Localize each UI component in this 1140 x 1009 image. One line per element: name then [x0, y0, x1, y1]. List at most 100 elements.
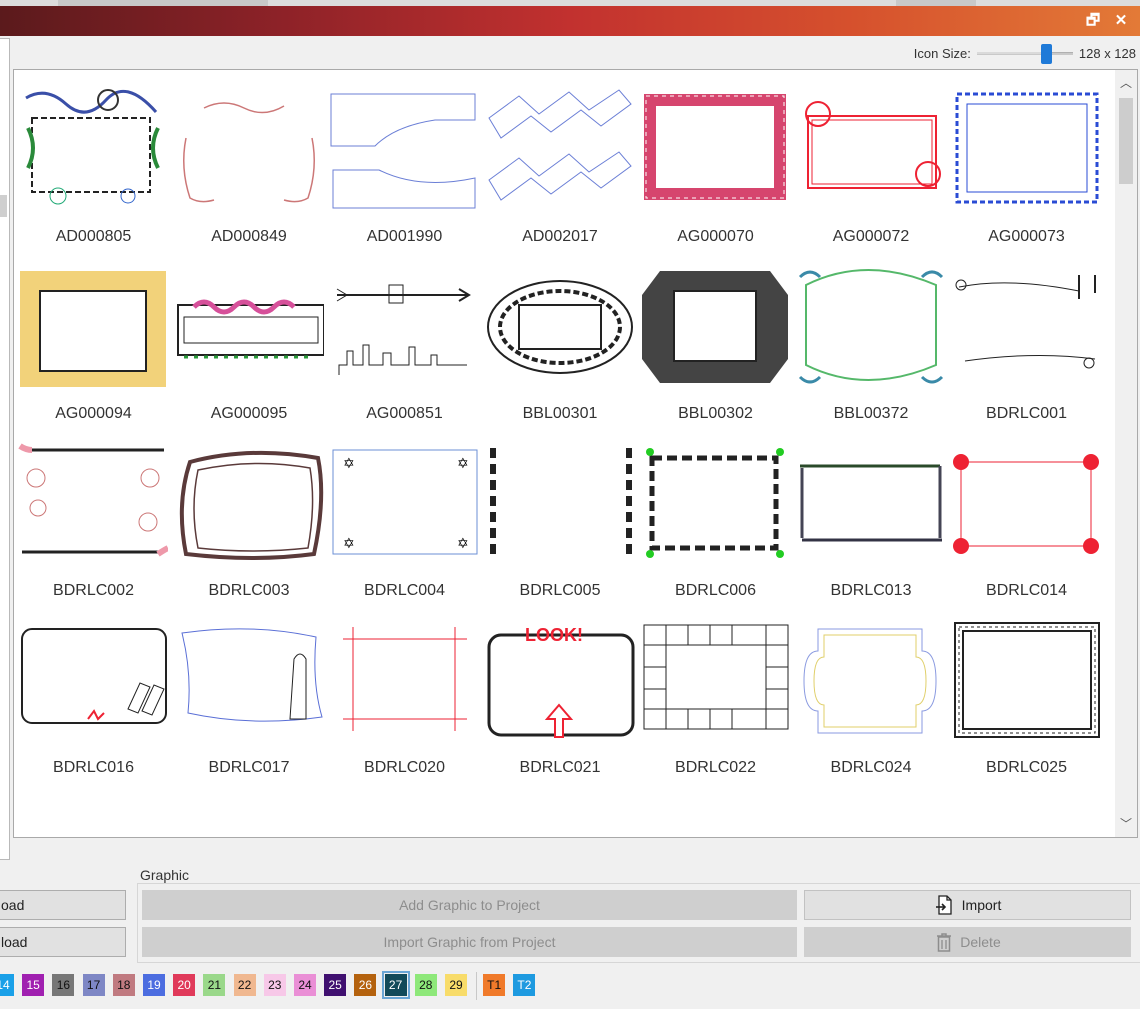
- graphic-thumbnail: [796, 442, 946, 564]
- color-swatch[interactable]: 28: [414, 974, 437, 996]
- graphic-item[interactable]: BDRLC014: [949, 424, 1099, 601]
- graphic-name: BBL00372: [833, 405, 909, 422]
- import-button[interactable]: Import: [804, 890, 1131, 920]
- graphic-item[interactable]: AG000073: [949, 70, 1099, 247]
- graphic-item[interactable]: AG000070: [638, 70, 788, 247]
- graphic-thumbnail: [329, 88, 479, 210]
- left-panel-marker: [0, 195, 7, 217]
- graphic-item[interactable]: AD000849: [172, 70, 322, 247]
- graphic-item[interactable]: BBL00372: [794, 247, 944, 424]
- icon-size-control: Icon Size: 128 x 128: [914, 44, 1136, 64]
- color-swatch-bar: 14 15 16 17 18 19 20 21 22 23 24 25 262728 29 T1 T2: [0, 966, 1140, 1009]
- color-swatch[interactable]: T1: [483, 974, 506, 996]
- graphic-item[interactable]: [949, 778, 1099, 837]
- graphic-item[interactable]: [172, 778, 322, 837]
- graphic-name: AG000072: [832, 228, 910, 245]
- graphic-item[interactable]: [327, 778, 477, 837]
- color-swatch[interactable]: 25: [324, 974, 347, 996]
- import-from-project-button[interactable]: Import Graphic from Project: [142, 927, 797, 957]
- graphic-item[interactable]: BDRLC020: [327, 601, 477, 778]
- graphic-item[interactable]: AD000805: [16, 70, 166, 247]
- graphic-thumbnail: [951, 265, 1101, 387]
- graphic-thumbnail: [485, 442, 635, 564]
- slider-fill: [976, 52, 1046, 54]
- color-swatch[interactable]: 18: [112, 974, 135, 996]
- graphic-name: AG000070: [677, 228, 754, 245]
- graphic-item[interactable]: [794, 778, 944, 837]
- graphic-item[interactable]: BDRLC002: [16, 424, 168, 601]
- graphic-item[interactable]: BDRLC025: [949, 601, 1100, 778]
- restore-icon[interactable]: 🗗: [1082, 10, 1104, 32]
- gallery-scrollbar[interactable]: ︿ ﹀: [1115, 70, 1137, 837]
- graphic-item[interactable]: BBL00302: [638, 247, 788, 424]
- load-button[interactable]: oad: [0, 890, 126, 920]
- graphic-item[interactable]: BDRLC024: [794, 601, 944, 778]
- unload-button[interactable]: load: [0, 927, 126, 957]
- graphic-item[interactable]: BDRLC022: [638, 601, 790, 778]
- graphic-item[interactable]: ✡ ✡ ✡ ✡ BDRLC004: [327, 424, 479, 601]
- graphic-item[interactable]: BDRLC003: [172, 424, 323, 601]
- graphic-gallery[interactable]: AD000805 AD000849 AD001990 AD002017 AG000070…: [13, 69, 1138, 838]
- graphic-name: BDRLC013: [830, 582, 912, 599]
- graphic-item[interactable]: AD001990: [327, 70, 477, 247]
- slider-thumb[interactable]: [1041, 44, 1052, 64]
- svg-text:✡: ✡: [457, 455, 469, 471]
- close-icon[interactable]: ✕: [1110, 10, 1132, 32]
- scrollbar-thumb[interactable]: [1119, 98, 1133, 184]
- color-swatch[interactable]: 29: [445, 974, 467, 996]
- graphic-thumbnail: [18, 796, 168, 837]
- icon-size-value: 128 x 128: [1078, 45, 1136, 61]
- color-swatch[interactable]: 14: [0, 974, 14, 996]
- graphic-item[interactable]: [16, 778, 168, 837]
- graphic-item[interactable]: [638, 778, 790, 837]
- color-swatch[interactable]: 16: [52, 974, 75, 996]
- import-icon: [934, 894, 956, 916]
- graphic-thumbnail: ✡ ✡ ✡ ✡: [329, 442, 479, 564]
- graphic-item[interactable]: BDRLC005: [483, 424, 633, 601]
- scroll-up-icon[interactable]: ︿: [1115, 72, 1137, 94]
- graphic-thumbnail: [640, 796, 790, 837]
- graphic-name: AG000073: [988, 228, 1065, 245]
- graphic-item[interactable]: BDRLC016: [16, 601, 167, 778]
- color-swatch[interactable]: 21: [203, 974, 226, 996]
- graphic-item[interactable]: [483, 778, 633, 837]
- graphic-item[interactable]: AG000095: [172, 247, 324, 424]
- graphic-name: BDRLC022: [675, 759, 756, 776]
- color-swatch[interactable]: 22: [233, 974, 256, 996]
- svg-text:LOOK!: LOOK!: [525, 625, 583, 645]
- graphic-item[interactable]: LOOK! BDRLC021: [483, 601, 634, 778]
- graphic-thumbnail: [951, 88, 1101, 210]
- color-swatch[interactable]: 17: [82, 974, 105, 996]
- scroll-down-icon[interactable]: ﹀: [1115, 813, 1137, 835]
- graphic-thumbnail: [640, 619, 790, 741]
- graphic-item[interactable]: BDRLC017: [172, 601, 323, 778]
- color-swatch[interactable]: 26: [354, 974, 377, 996]
- color-swatch[interactable]: 20: [173, 974, 196, 996]
- graphic-thumbnail: [18, 265, 168, 387]
- trash-icon: [934, 931, 954, 953]
- graphic-item[interactable]: BDRLC013: [794, 424, 944, 601]
- icon-size-slider[interactable]: [976, 44, 1073, 64]
- graphic-name: AD000849: [211, 228, 287, 245]
- graphic-item[interactable]: BBL00301: [483, 247, 633, 424]
- left-panel: [0, 38, 10, 860]
- graphic-thumbnail: [796, 88, 946, 210]
- graphic-item[interactable]: AG000851: [327, 247, 477, 424]
- graphic-thumbnail: [329, 619, 479, 741]
- graphic-item[interactable]: AG000094: [16, 247, 166, 424]
- color-swatch[interactable]: 27: [381, 971, 410, 999]
- color-swatch[interactable]: 24: [294, 974, 316, 996]
- import-label: Import: [961, 897, 1002, 913]
- color-swatch[interactable]: 15: [22, 974, 45, 996]
- graphic-item[interactable]: BDRLC001: [949, 247, 1099, 424]
- svg-text:✡: ✡: [457, 535, 469, 551]
- color-swatch[interactable]: 23: [263, 974, 286, 996]
- graphic-item[interactable]: AG000072: [794, 70, 944, 247]
- graphic-item[interactable]: AD002017: [483, 70, 633, 247]
- color-swatch[interactable]: T2: [513, 974, 536, 996]
- add-graphic-button[interactable]: Add Graphic to Project: [142, 890, 797, 920]
- graphic-item[interactable]: BDRLC006: [638, 424, 788, 601]
- color-swatch[interactable]: 19: [143, 974, 165, 996]
- graphic-name: BDRLC001: [986, 405, 1067, 422]
- delete-button[interactable]: Delete: [804, 927, 1131, 957]
